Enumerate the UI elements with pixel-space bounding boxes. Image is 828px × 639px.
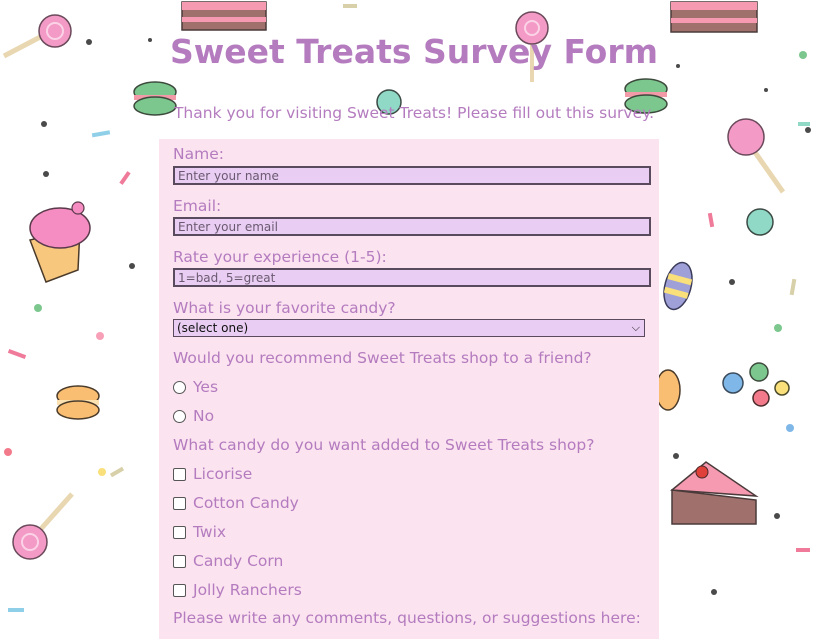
cake-slice-icon [181, 1, 267, 31]
add-candy-option[interactable]: Cotton Candy [173, 494, 299, 512]
rating-input[interactable] [173, 268, 651, 287]
add-candy-option[interactable]: Candy Corn [173, 552, 283, 570]
checkbox[interactable] [173, 467, 186, 481]
add-candy-option[interactable]: Licorise [173, 465, 252, 483]
cake-slice-icon [670, 1, 758, 33]
email-input[interactable] [173, 217, 651, 236]
checkbox[interactable] [173, 554, 186, 568]
recommend-option-yes[interactable]: Yes [173, 378, 218, 396]
cupcake-icon [28, 201, 91, 283]
wrapped-candy-icon [663, 261, 693, 311]
favorite-candy-selected: (select one) [177, 321, 249, 335]
checkbox[interactable] [173, 583, 186, 597]
email-label: Email: [173, 197, 222, 215]
rating-label: Rate your experience (1-5): [173, 248, 387, 266]
page-title: Sweet Treats Survey Form [170, 32, 658, 71]
add-candy-option-label: Twix [193, 523, 227, 541]
favorite-candy-select[interactable]: (select one) ⌵ [173, 319, 645, 337]
mint-candy-icon [746, 208, 774, 236]
chevron-down-icon: ⌵ [631, 321, 640, 334]
intro-text: Thank you for visiting Sweet Treats! Ple… [173, 104, 655, 122]
gumball-icon [752, 389, 770, 407]
gumball-icon [774, 380, 790, 396]
comments-label: Please write any comments, questions, or… [173, 609, 641, 627]
add-candy-option[interactable]: Twix [173, 523, 226, 541]
gumball-icon [749, 362, 769, 382]
name-label: Name: [173, 145, 224, 163]
recommend-label: Would you recommend Sweet Treats shop to… [173, 349, 592, 367]
add-candy-option-label: Cotton Candy [193, 494, 299, 512]
lollipop-icon [727, 118, 786, 194]
cake-slice-icon [670, 461, 759, 525]
recommend-option-label: No [193, 407, 215, 425]
macaron-icon [655, 369, 681, 411]
recommend-option-no[interactable]: No [173, 407, 214, 425]
macaron-icon [56, 385, 100, 420]
add-candy-option-label: Candy Corn [193, 552, 284, 570]
checkbox[interactable] [173, 496, 186, 510]
add-candy-option-label: Jolly Ranchers [193, 581, 302, 599]
recommend-option-label: Yes [193, 378, 219, 396]
add-candy-label: What candy do you want added to Sweet Tr… [173, 436, 595, 454]
radio-button[interactable] [173, 380, 186, 394]
lollipop-icon [12, 492, 74, 560]
favorite-candy-label: What is your favorite candy? [173, 299, 396, 317]
add-candy-option-label: Licorise [193, 465, 253, 483]
name-input[interactable] [173, 166, 651, 185]
gumball-icon [722, 372, 744, 394]
checkbox[interactable] [173, 525, 186, 539]
radio-button[interactable] [173, 409, 186, 423]
add-candy-option[interactable]: Jolly Ranchers [173, 581, 302, 599]
